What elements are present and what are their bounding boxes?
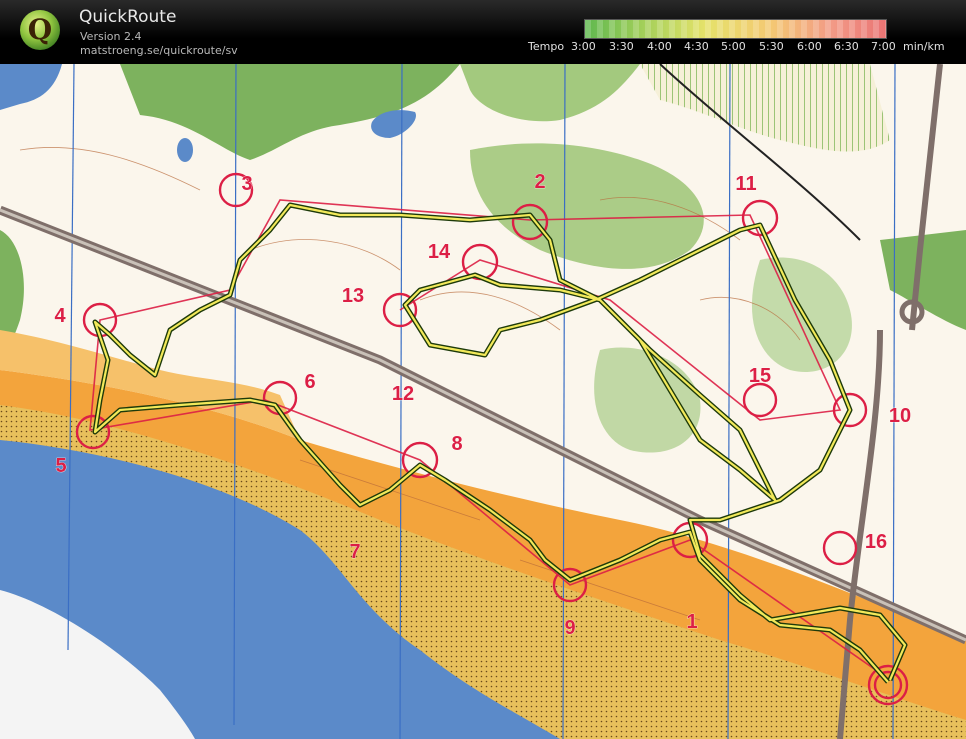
control-number: 8 [451, 433, 462, 455]
pace-tick: 3:30 [609, 40, 634, 53]
control-number: 1 [686, 611, 697, 633]
orienteering-map[interactable]: 1 2 3 4 5 6 7 8 9 10 11 12 13 14 15 16 [0, 64, 966, 739]
pace-unit: min/km [903, 40, 945, 53]
map-lake [177, 138, 193, 162]
pace-tick-labels: Tempo 3:00 3:30 4:00 4:30 5:00 5:30 6:00… [0, 40, 966, 56]
pace-tick: 6:30 [834, 40, 859, 53]
control-number: 6 [304, 371, 315, 393]
control-number: 7 [349, 541, 360, 563]
control-number: 9 [564, 617, 575, 639]
pace-tick: 7:00 [871, 40, 896, 53]
control-number: 12 [392, 383, 414, 405]
control-number: 10 [889, 405, 911, 427]
pace-caption: Tempo [528, 40, 565, 53]
control-number: 2 [534, 171, 545, 193]
header-bar: Q QuickRoute Version 2.4 matstroeng.se/q… [0, 0, 966, 64]
control-number: 3 [241, 173, 252, 195]
control-number: 14 [428, 241, 451, 263]
pace-color-scale [584, 19, 887, 39]
control-number: 16 [865, 531, 887, 553]
control-number: 5 [55, 455, 66, 477]
pace-tick: 4:00 [647, 40, 672, 53]
pace-tick: 3:00 [571, 40, 596, 53]
control-number: 13 [342, 285, 364, 307]
app-title: QuickRoute [79, 7, 177, 27]
pace-tick: 4:30 [684, 40, 709, 53]
control-number: 4 [54, 305, 66, 327]
control-number: 15 [749, 365, 771, 387]
pace-tick: 6:00 [797, 40, 822, 53]
pace-tick: 5:00 [721, 40, 746, 53]
pace-tick: 5:30 [759, 40, 784, 53]
control-number: 11 [735, 173, 756, 195]
